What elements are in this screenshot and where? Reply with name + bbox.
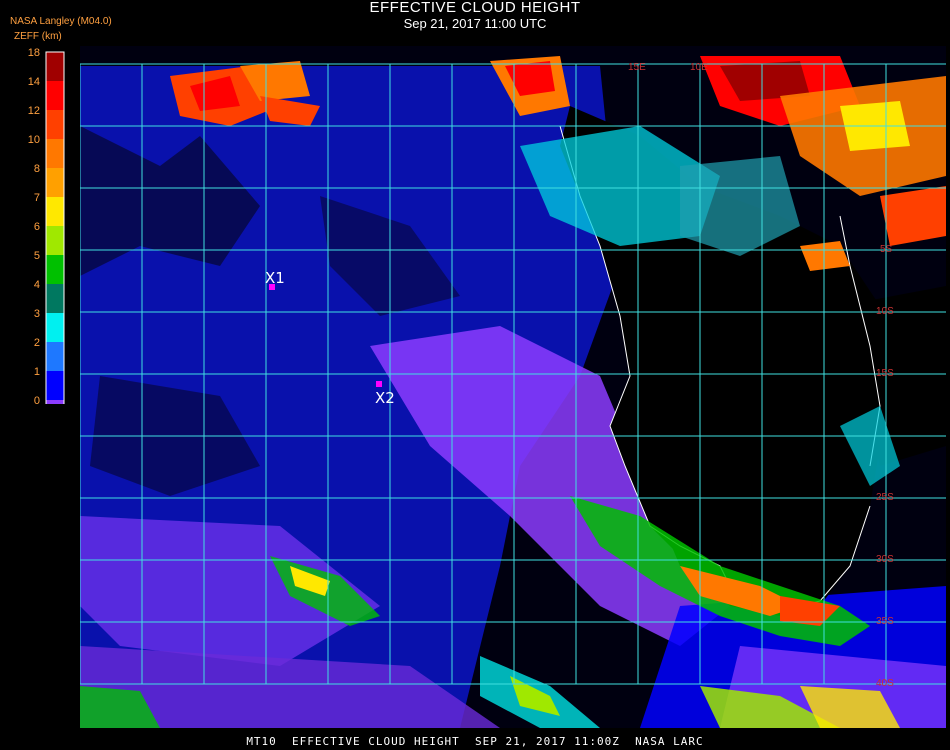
legend-tick-label: 10 [28, 134, 40, 146]
legend-swatch [46, 110, 64, 139]
legend-tick-label: 18 [28, 47, 40, 59]
lat-label: 10S [876, 306, 894, 317]
map-title: EFFECTIVE CLOUD HEIGHT [369, 0, 581, 16]
footer-caption: MT10 EFFECTIVE CLOUD HEIGHT SEP 21, 2017… [246, 735, 704, 748]
lat-label: 30S [876, 554, 894, 565]
lon-label: 15E [628, 62, 646, 73]
legend-tick-label: 4 [34, 279, 40, 291]
lat-label: 35S [876, 616, 894, 627]
legend-tick-label: 5 [34, 250, 40, 262]
legend-swatch [46, 371, 64, 400]
lat-label: 40S [876, 678, 894, 689]
legend-tick-label: 8 [34, 163, 40, 175]
legend-swatch [46, 313, 64, 342]
marker-x2-point [376, 381, 382, 387]
legend-swatch [46, 400, 64, 404]
lon-label: 10E [690, 62, 708, 73]
legend-swatch [46, 226, 64, 255]
legend-tick-label: 7 [34, 192, 40, 204]
legend-tick-label: 14 [28, 76, 40, 88]
unit-label: ZEFF (km) [14, 31, 62, 42]
marker-x2-label: X2 [375, 389, 395, 407]
legend-tick-label: 3 [34, 308, 40, 320]
legend-swatch [46, 52, 64, 81]
legend-swatch [46, 139, 64, 168]
legend-tick-label: 1 [34, 366, 40, 378]
legend-tick-label: 2 [34, 337, 40, 349]
legend-swatch [46, 342, 64, 371]
lat-label: 15S [876, 368, 894, 379]
legend-tick-label: 6 [34, 221, 40, 233]
cloud-height-map: 15E 10E 5S 10S 15S 25S 30S 35S 40S X1 X2 [80, 46, 946, 728]
marker-x1-label: X1 [265, 269, 285, 287]
legend-tick-label: 0 [34, 395, 40, 404]
legend-swatch [46, 81, 64, 110]
legend-swatch [46, 284, 64, 313]
lat-label: 5S [880, 244, 893, 255]
legend-swatch [46, 168, 64, 197]
legend-tick-label: 12 [28, 105, 40, 117]
lat-label: 25S [876, 492, 894, 503]
legend-swatch [46, 255, 64, 284]
legend-swatch [46, 197, 64, 226]
provider-label: NASA Langley (M04.0) [10, 16, 112, 27]
map-subtitle: Sep 21, 2017 11:00 UTC [403, 16, 547, 31]
color-legend: 18141210876543210 [28, 47, 65, 404]
